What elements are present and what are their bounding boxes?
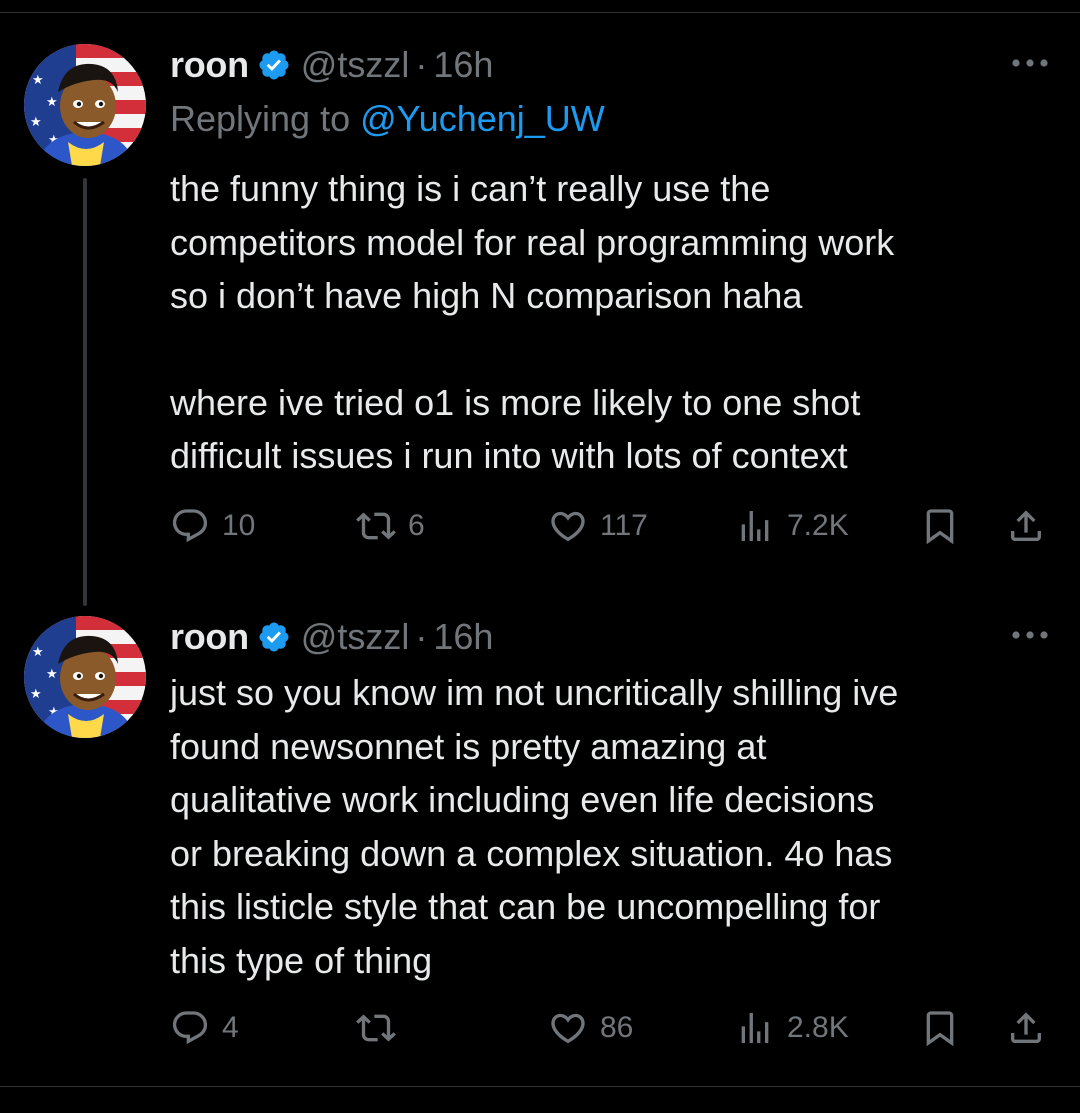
svg-text:★: ★ (30, 687, 42, 702)
like-count: 86 (600, 1011, 634, 1044)
bookmark-icon (926, 1011, 954, 1047)
more-dots-icon[interactable] (1008, 620, 1052, 650)
tweet-header: roon @tszzl · 16h (170, 44, 493, 86)
reply-button[interactable]: 10 (170, 504, 255, 548)
repost-arrows-icon (356, 1014, 396, 1042)
bar-chart-icon (741, 1013, 769, 1043)
like-count: 117 (600, 509, 648, 542)
bookmark-button[interactable] (920, 504, 960, 548)
author-handle[interactable]: @tszzl (301, 44, 410, 86)
like-button[interactable]: 86 (548, 1006, 633, 1050)
thread-connector-line (83, 178, 87, 606)
avatar-image: ★ ★ ★ ★ (24, 616, 146, 738)
author-name[interactable]: roon (170, 616, 249, 658)
avatar-image: ★ ★ ★ ★ (24, 44, 146, 166)
repost-arrows-icon (356, 512, 396, 540)
share-upload-icon (1011, 510, 1041, 541)
timestamp[interactable]: 16h (433, 44, 493, 86)
tweet-text: just so you know im not uncritically shi… (170, 666, 1050, 987)
speech-bubble-icon (172, 1011, 208, 1045)
timestamp[interactable]: 16h (433, 616, 493, 658)
views-button[interactable]: 7.2K (735, 504, 849, 548)
separator-dot: · (415, 616, 428, 657)
share-upload-icon (1011, 1012, 1041, 1043)
tweet-actions: 10 6 117 7.2K (170, 504, 1060, 548)
repost-button[interactable] (356, 1006, 408, 1050)
repost-count: 6 (408, 509, 425, 542)
svg-text:★: ★ (32, 645, 44, 660)
views-button[interactable]: 2.8K (735, 1006, 849, 1050)
replying-to-mention[interactable]: @Yuchenj_UW (360, 98, 605, 139)
reply-count: 4 (222, 1011, 239, 1044)
bookmark-button[interactable] (920, 1006, 960, 1050)
svg-text:★: ★ (30, 115, 42, 130)
replying-to-label: Replying to (170, 98, 361, 139)
tweet-paragraph: just so you know im not uncritically shi… (170, 672, 899, 981)
svg-text:★: ★ (46, 95, 58, 110)
reply-button[interactable]: 4 (170, 1006, 239, 1050)
more-dots-icon[interactable] (1008, 48, 1052, 78)
tweet-header: roon @tszzl · 16h (170, 616, 493, 658)
top-divider (0, 12, 1080, 13)
tweet-paragraph: where ive tried o1 is more likely to one… (170, 381, 861, 477)
replying-to: Replying to @Yuchenj_UW (170, 96, 605, 142)
heart-icon (551, 511, 585, 542)
author-name[interactable]: roon (170, 44, 249, 86)
repost-button[interactable]: 6 (356, 504, 425, 548)
views-count: 2.8K (787, 1011, 849, 1044)
heart-icon (551, 1013, 585, 1044)
bar-chart-icon (741, 511, 769, 541)
svg-text:★: ★ (46, 667, 58, 682)
speech-bubble-icon (172, 509, 208, 543)
avatar[interactable]: ★ ★ ★ ★ (24, 616, 146, 738)
svg-text:★: ★ (32, 73, 44, 88)
author-handle[interactable]: @tszzl (301, 616, 410, 658)
tweet-text: the funny thing is i can’t really use th… (170, 162, 1050, 483)
share-button[interactable] (1006, 1006, 1046, 1050)
verified-badge-icon (257, 48, 291, 82)
bookmark-icon (926, 509, 954, 545)
share-button[interactable] (1006, 504, 1046, 548)
reply-count: 10 (222, 509, 256, 542)
tweet-paragraph: the funny thing is i can’t really use th… (170, 168, 895, 316)
like-button[interactable]: 117 (548, 504, 648, 548)
bottom-divider (0, 1086, 1080, 1087)
views-count: 7.2K (787, 509, 849, 542)
tweet-actions: 4 86 2.8K (170, 1006, 1060, 1050)
avatar[interactable]: ★ ★ ★ ★ (24, 44, 146, 166)
separator-dot: · (415, 44, 428, 85)
verified-badge-icon (257, 620, 291, 654)
